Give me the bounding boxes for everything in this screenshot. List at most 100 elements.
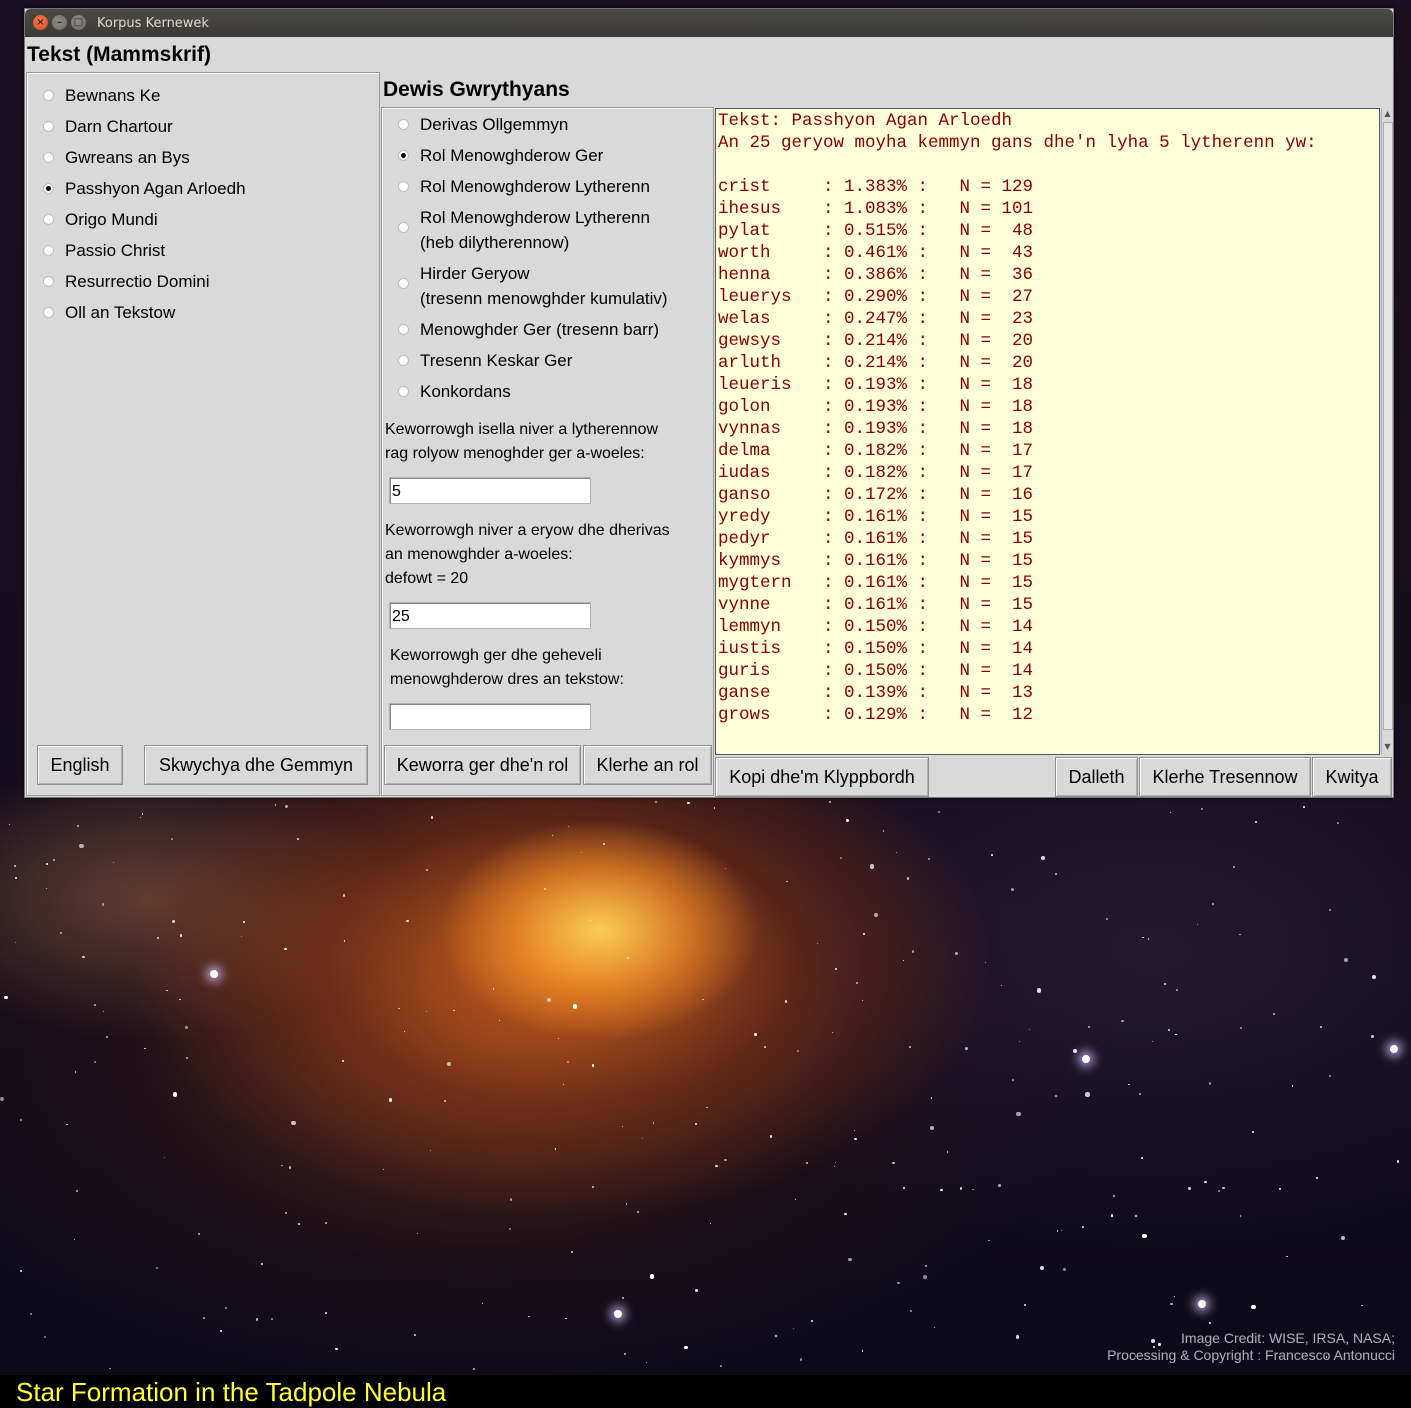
star <box>573 1004 578 1009</box>
star <box>179 998 181 1000</box>
star <box>1371 975 1376 980</box>
output-row: henna : 0.386% : N = 36 <box>718 265 1034 285</box>
caption-bar: Star Formation in the Tadpole Nebula <box>0 1375 1411 1408</box>
radio-button[interactable] <box>43 152 54 163</box>
compare-word-input[interactable] <box>389 703 591 730</box>
minimize-icon[interactable]: – <box>52 15 67 30</box>
star <box>797 1050 800 1053</box>
star <box>4 995 8 1000</box>
output-row: lemmyn : 0.150% : N = 14 <box>718 617 1034 637</box>
star <box>109 1367 111 1370</box>
radio-button[interactable] <box>398 222 409 233</box>
radio-button[interactable] <box>43 245 54 256</box>
star <box>844 1212 847 1215</box>
star <box>925 1265 928 1268</box>
radio-button[interactable] <box>43 183 54 194</box>
min-letters-prompt: rag rolyow menoghder ger a-woeles: <box>385 445 645 462</box>
star <box>271 1318 273 1320</box>
star <box>220 1330 223 1333</box>
radio-button[interactable] <box>398 150 409 161</box>
star <box>695 1123 697 1126</box>
switch-to-common-button[interactable]: Skwychya dhe Gemmyn <box>144 745 368 785</box>
window-titlebar[interactable]: × – □ Korpus Kernewek <box>25 9 1393 37</box>
function-option-sublabel: (heb dilytherennow) <box>420 233 570 252</box>
function-option-label: Rol Menowghderow Lytherenn <box>420 208 650 227</box>
star <box>1016 1111 1021 1116</box>
scroll-down-icon[interactable]: ▼ <box>1383 742 1392 752</box>
scroll-up-icon[interactable]: ▲ <box>1383 109 1392 119</box>
star <box>1170 1302 1173 1306</box>
english-button[interactable]: English <box>37 745 123 785</box>
star <box>288 1166 292 1169</box>
start-button[interactable]: Dalleth <box>1055 757 1138 797</box>
star <box>443 1100 446 1103</box>
clear-plots-button[interactable]: Klerhe Tresennow <box>1139 757 1311 797</box>
output-row: crist : 1.383% : N = 129 <box>718 177 1034 197</box>
star <box>73 1238 76 1241</box>
radio-button[interactable] <box>43 121 54 132</box>
output-row: guris : 0.150% : N = 14 <box>718 661 1034 681</box>
copy-to-clipboard-button[interactable]: Kopi dhe'm Klyppbordh <box>715 757 929 797</box>
output-row: mygtern : 0.161% : N = 15 <box>718 573 1034 593</box>
star <box>430 816 434 819</box>
clear-list-button[interactable]: Klerhe an rol <box>583 745 712 785</box>
star <box>713 807 716 810</box>
star <box>164 1157 166 1159</box>
add-word-button[interactable]: Keworra ger dhe'n rol <box>384 745 581 785</box>
star <box>66 1123 69 1126</box>
star <box>895 851 898 854</box>
star <box>1273 1013 1276 1015</box>
star <box>862 932 865 935</box>
radio-button[interactable] <box>398 355 409 366</box>
function-option-label: Rol Menowghderow Ger <box>420 146 604 165</box>
output-scrollbar[interactable]: ▲ ▼ <box>1381 108 1393 755</box>
star <box>341 1060 344 1063</box>
wallpaper-caption: Star Formation in the Tadpole Nebula <box>16 1377 447 1407</box>
star <box>1142 1233 1147 1238</box>
star <box>186 1056 189 1059</box>
star <box>1139 1093 1141 1095</box>
radio-button[interactable] <box>398 119 409 130</box>
radio-button[interactable] <box>43 276 54 287</box>
scrollbar-thumb[interactable] <box>1383 122 1393 730</box>
output-row: ganse : 0.139% : N = 13 <box>718 683 1034 703</box>
quit-button[interactable]: Kwitya <box>1312 757 1392 797</box>
radio-button[interactable] <box>43 214 54 225</box>
star <box>298 1223 301 1226</box>
maximize-icon[interactable]: □ <box>71 15 86 30</box>
close-icon[interactable]: × <box>33 15 48 30</box>
num-words-input[interactable]: 25 <box>389 602 591 629</box>
star <box>335 1347 338 1350</box>
star <box>510 1198 513 1201</box>
star <box>1170 811 1172 813</box>
min-letters-input[interactable]: 5 <box>389 477 591 504</box>
star <box>1232 866 1235 869</box>
compare-word-prompt: Keworrowgh ger dhe geheveli <box>390 647 602 664</box>
output-text-area[interactable]: Tekst: Passhyon Agan Arloedh An 25 geryo… <box>715 108 1380 755</box>
radio-button[interactable] <box>43 307 54 318</box>
star <box>964 1047 968 1051</box>
star <box>93 1061 96 1064</box>
radio-button[interactable] <box>398 324 409 335</box>
star <box>1251 1130 1254 1133</box>
star <box>284 947 287 951</box>
star <box>1110 1214 1114 1217</box>
radio-button[interactable] <box>398 386 409 397</box>
star <box>198 1233 200 1235</box>
radio-button[interactable] <box>43 90 54 101</box>
star <box>1134 1355 1137 1357</box>
star <box>1396 1160 1400 1163</box>
output-row: worth : 0.461% : N = 43 <box>718 243 1034 263</box>
star <box>398 1007 401 1010</box>
function-option-label: Rol Menowghderow Lytherenn <box>420 177 650 196</box>
star <box>403 1031 406 1033</box>
star <box>1343 957 1349 963</box>
radio-button[interactable] <box>398 278 409 289</box>
star <box>406 920 409 923</box>
star <box>82 955 85 959</box>
star <box>805 1162 808 1165</box>
star <box>984 961 987 964</box>
radio-button[interactable] <box>398 181 409 192</box>
star <box>1040 1266 1045 1270</box>
star <box>1140 1157 1143 1160</box>
